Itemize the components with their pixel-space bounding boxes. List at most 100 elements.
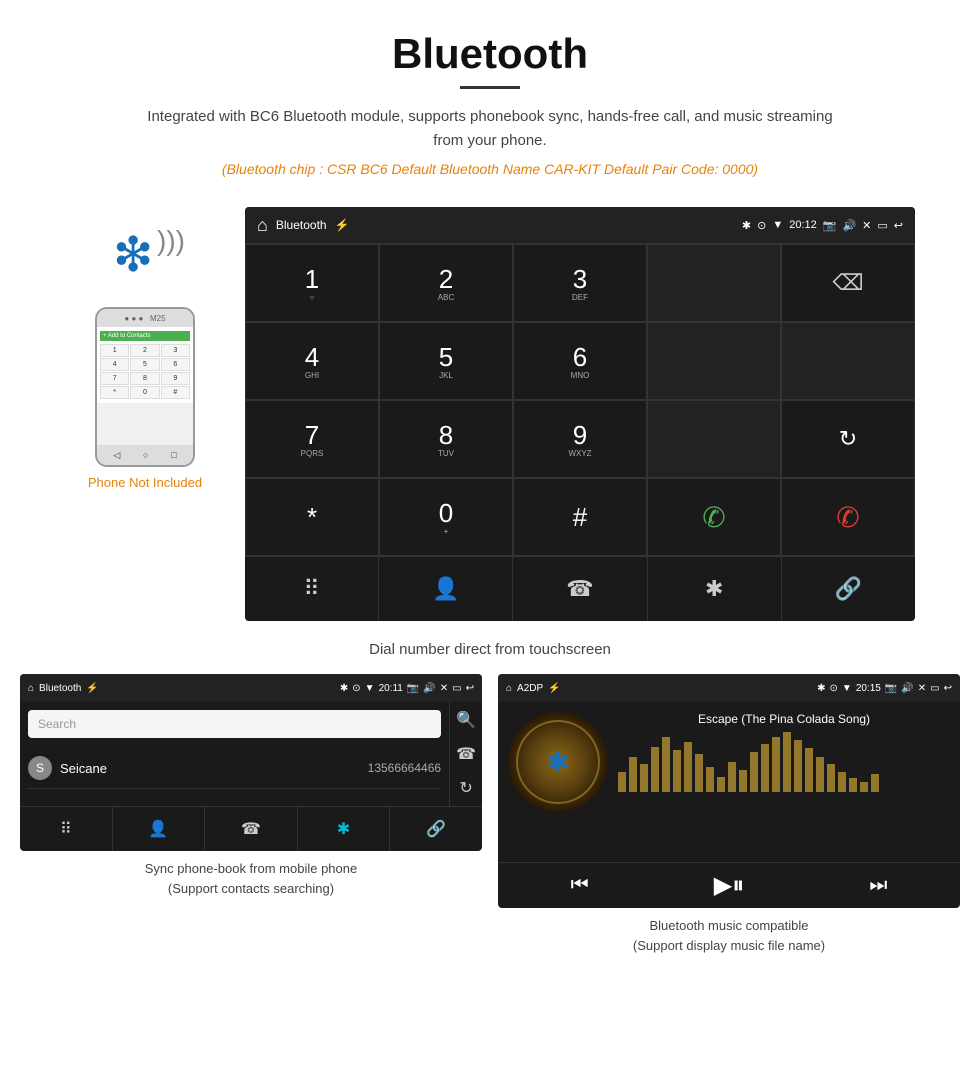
phone-key: 6 [161, 358, 190, 371]
dial-key-8[interactable]: 8 TUV [379, 400, 513, 478]
contact-name: Seicane [60, 761, 368, 776]
phonebook-bottom-bar: ⠿ 👤 ☎ ✱ 🔗 [20, 806, 482, 851]
refresh-icon[interactable]: ↻ [459, 778, 472, 798]
sb-link[interactable]: 🔗 [390, 807, 482, 851]
small-camera-icon: 📷 [407, 683, 419, 694]
dial-key-3[interactable]: 3 DEF [513, 244, 647, 322]
contact-initial: S [28, 756, 52, 780]
song-title: Escape (The Pina Colada Song) [618, 712, 950, 726]
eq-bar [684, 742, 692, 792]
music-back: ↩ [944, 683, 952, 694]
small-back-icon: ↩ [466, 683, 474, 694]
phone-key: 8 [130, 372, 159, 385]
music-bt-icon: ✱ [817, 683, 825, 694]
dial-cell-empty [647, 322, 781, 400]
music-home-icon: ⌂ [506, 683, 512, 694]
music-win: ▭ [930, 683, 939, 694]
phonebook-screen: ⌂ Bluetooth ⚡ ✱ ⊙ ▼ 20:11 📷 🔊 ✕ ▭ ↩ [20, 674, 482, 851]
next-track-icon[interactable]: ⏭ [869, 874, 887, 897]
home-icon: ⌂ [257, 215, 268, 236]
phonebook-content: Search S Seicane 13566664466 🔍 ☎ ↻ [20, 702, 482, 806]
page-title: Bluetooth [20, 30, 960, 78]
music-location: ⊙ [830, 683, 838, 694]
dial-cell-empty [647, 400, 781, 478]
dial-number: 4 [305, 342, 319, 373]
dial-call-button[interactable]: ✆ [647, 478, 781, 556]
prev-track-icon[interactable]: ⏮ [571, 874, 589, 897]
window-icon: ▭ [877, 219, 887, 232]
dial-key-2[interactable]: 2 ABC [379, 244, 513, 322]
signal-icon: ▼ [772, 219, 783, 231]
call-icon[interactable]: ☎ [456, 744, 476, 764]
dial-key-star[interactable]: * [245, 478, 379, 556]
dial-sub: PQRS [301, 449, 324, 458]
small-vol-icon: 🔊 [423, 683, 435, 694]
sb-phone[interactable]: ☎ [205, 807, 298, 851]
eq-bar [794, 740, 802, 792]
dial-key-7[interactable]: 7 PQRS [245, 400, 379, 478]
phonebook-right-icons: 🔍 ☎ ↻ [449, 702, 482, 806]
title-divider [460, 86, 520, 89]
dialpad-bottom-bar: ⠿ 👤 ☎ ✱ 🔗 [245, 556, 915, 621]
dial-key-6[interactable]: 6 MNO [513, 322, 647, 400]
bottom-bluetooth-icon[interactable]: ✱ [648, 557, 782, 621]
dial-sub: WXYZ [568, 449, 591, 458]
dial-key-0[interactable]: 0 + [379, 478, 513, 556]
dial-key-1[interactable]: 1 ○ [245, 244, 379, 322]
dial-sub: MNO [571, 371, 590, 380]
music-caption: Bluetooth music compatible(Support displ… [628, 908, 830, 955]
close-icon: ✕ [862, 219, 871, 232]
bottom-apps-icon[interactable]: ⠿ [245, 557, 379, 621]
dial-key-5[interactable]: 5 JKL [379, 322, 513, 400]
small-bt-icon: ✱ [340, 683, 348, 694]
eq-bar [662, 737, 670, 792]
search-bar[interactable]: Search [28, 710, 441, 738]
play-pause-icon[interactable]: ▶⏸ [714, 871, 744, 900]
phonebook-app-name: Bluetooth [39, 683, 81, 694]
phonebook-statusbar: ⌂ Bluetooth ⚡ ✱ ⊙ ▼ 20:11 📷 🔊 ✕ ▭ ↩ [20, 674, 482, 702]
phone-keypad: 1 2 3 4 5 6 7 8 9 * 0 # [100, 344, 190, 399]
spec-line: (Bluetooth chip : CSR BC6 Default Blueto… [20, 161, 960, 177]
small-home-icon: ⌂ [28, 683, 34, 694]
dial-number: * [307, 502, 317, 533]
bottom-link-icon[interactable]: 🔗 [782, 557, 915, 621]
eq-bar [717, 777, 725, 792]
bottom-phone-icon[interactable]: ☎ [513, 557, 647, 621]
music-block: ⌂ A2DP ⚡ ✱ ⊙ ▼ 20:15 📷 🔊 ✕ ▭ ↩ [498, 674, 960, 955]
eq-bar [761, 744, 769, 792]
phone-top-bar: ● ● ● M25 [97, 309, 193, 327]
title-section: Bluetooth Integrated with BC6 Bluetooth … [0, 0, 980, 207]
dial-key-4[interactable]: 4 GHI [245, 322, 379, 400]
eq-bar [805, 748, 813, 792]
time-display: 20:12 [789, 219, 817, 231]
search-icon[interactable]: 🔍 [456, 710, 476, 730]
dial-number: 3 [573, 264, 587, 295]
dial-cell-empty [647, 244, 781, 322]
eq-bar [871, 774, 879, 792]
small-win-icon: ▭ [452, 683, 461, 694]
eq-bar [827, 764, 835, 792]
main-section: ❇ ))) ● ● ● M25 + Add to Contacts 1 2 3 … [0, 207, 980, 631]
music-usb-icon: ⚡ [548, 683, 560, 694]
sb-apps[interactable]: ⠿ [20, 807, 113, 851]
statusbar-right: ✱ ⊙ ▼ 20:12 📷 🔊 ✕ ▭ ↩ [742, 219, 903, 232]
eq-bar [629, 757, 637, 792]
dial-end-button[interactable]: ✆ [781, 478, 915, 556]
phone-app-btn: □ [171, 450, 176, 460]
dial-backspace[interactable]: ⌫ [781, 244, 915, 322]
bluetooth-status-icon: ✱ [742, 219, 751, 232]
bottom-contacts-icon[interactable]: 👤 [379, 557, 513, 621]
dial-key-hash[interactable]: # [513, 478, 647, 556]
dial-key-9[interactable]: 9 WXYZ [513, 400, 647, 478]
dial-sub: ABC [438, 293, 454, 302]
dial-number: 2 [439, 264, 453, 295]
music-content: ✱ Escape (The Pina Colada Song) [498, 702, 960, 862]
phone-key: 0 [130, 386, 159, 399]
sb-bt[interactable]: ✱ [298, 807, 391, 851]
dial-statusbar: ⌂ Bluetooth ⚡ ✱ ⊙ ▼ 20:12 📷 🔊 ✕ ▭ ↩ [245, 207, 915, 243]
search-placeholder: Search [38, 717, 76, 731]
dial-number: 1 [305, 264, 319, 295]
dial-refresh[interactable]: ↻ [781, 400, 915, 478]
sb-person[interactable]: 👤 [113, 807, 206, 851]
dial-number: 5 [439, 342, 453, 373]
